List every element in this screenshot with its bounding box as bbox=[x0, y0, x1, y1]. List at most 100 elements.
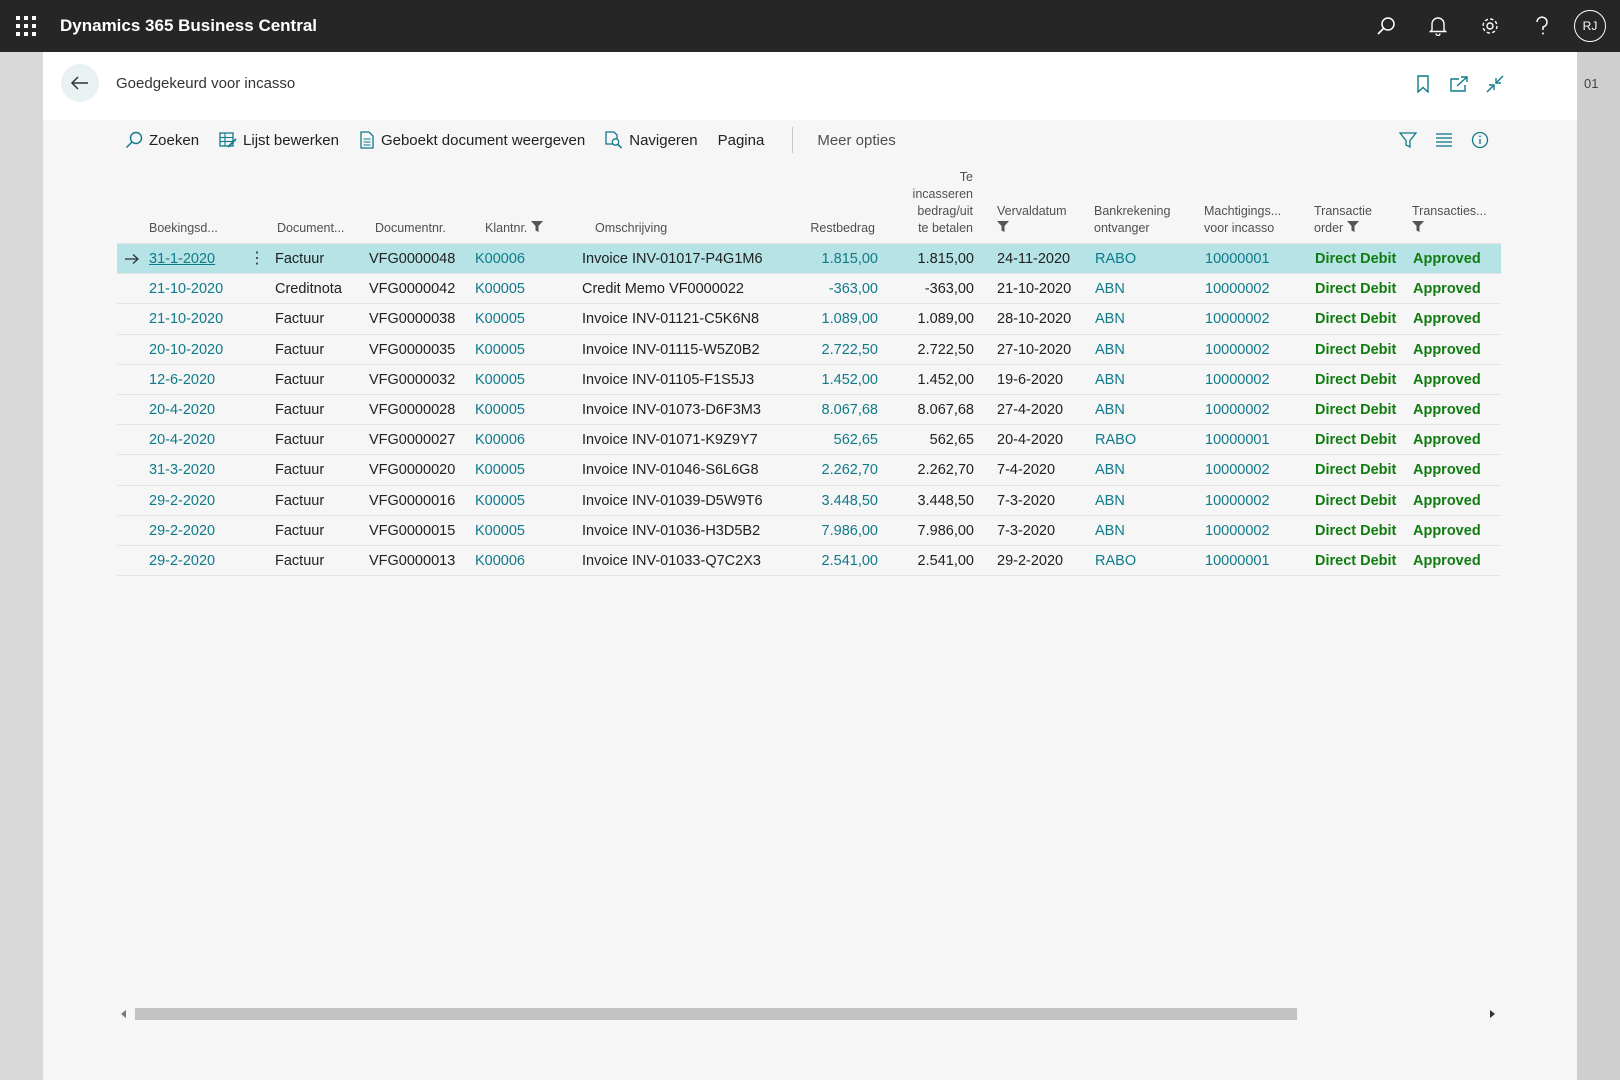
cell-mandate[interactable]: 10000002 bbox=[1205, 365, 1270, 395]
collapse-icon[interactable] bbox=[1483, 72, 1507, 96]
cell-remaining-amount[interactable]: 7.986,00 bbox=[757, 516, 878, 546]
column-header-remaining-amount[interactable]: Restbedrag bbox=[775, 220, 875, 237]
cell-posting-date[interactable]: 12-6-2020 bbox=[149, 365, 215, 395]
edit-list-button[interactable]: Lijst bewerken bbox=[209, 120, 349, 160]
cell-remaining-amount[interactable]: 562,65 bbox=[757, 425, 878, 455]
cell-remaining-amount[interactable]: -363,00 bbox=[757, 274, 878, 304]
cell-remaining-amount[interactable]: 8.067,68 bbox=[757, 395, 878, 425]
column-header-document-no[interactable]: Documentnr. bbox=[375, 220, 446, 237]
cell-bank-account[interactable]: ABN bbox=[1095, 516, 1125, 546]
horizontal-scrollbar[interactable] bbox=[117, 1006, 1501, 1022]
cell-posting-date[interactable]: 20-4-2020 bbox=[149, 395, 215, 425]
table-row[interactable]: 29-2-2020 Factuur VFG0000015 K00005 Invoice … bbox=[117, 516, 1501, 546]
avatar[interactable]: RJ bbox=[1574, 10, 1606, 42]
column-header-document-type[interactable]: Document... bbox=[277, 220, 344, 237]
table-row[interactable]: 12-6-2020 Factuur VFG0000032 K00005 Invoice … bbox=[117, 365, 1501, 395]
cell-mandate[interactable]: 10000002 bbox=[1205, 304, 1270, 334]
row-actions-menu-icon[interactable]: ⋮ bbox=[249, 244, 265, 274]
cell-mandate[interactable]: 10000002 bbox=[1205, 516, 1270, 546]
cell-mandate[interactable]: 10000001 bbox=[1205, 244, 1270, 274]
column-header-amount-to-collect[interactable]: Te incasseren bedrag/uit te betalen bbox=[875, 169, 973, 237]
cell-customer-no[interactable]: K00005 bbox=[475, 274, 525, 304]
cell-posting-date[interactable]: 31-3-2020 bbox=[149, 455, 215, 485]
cell-posting-date[interactable]: 21-10-2020 bbox=[149, 274, 223, 304]
scrollbar-thumb[interactable] bbox=[135, 1008, 1297, 1020]
cell-posting-date[interactable]: 29-2-2020 bbox=[149, 516, 215, 546]
cell-remaining-amount[interactable]: 2.541,00 bbox=[757, 546, 878, 576]
filter-icon[interactable] bbox=[1397, 129, 1419, 151]
cell-posting-date[interactable]: 21-10-2020 bbox=[149, 304, 223, 334]
cell-customer-no[interactable]: K00006 bbox=[475, 546, 525, 576]
table-row[interactable]: ⋮ 31-1-2020 Factuur VFG0000048 K00006 Invoice… bbox=[117, 244, 1501, 275]
cell-posting-date[interactable]: 29-2-2020 bbox=[149, 546, 215, 576]
list-view-icon[interactable] bbox=[1433, 129, 1455, 151]
gear-icon[interactable] bbox=[1464, 0, 1516, 52]
scroll-right-arrow-icon[interactable] bbox=[1490, 1010, 1495, 1018]
column-header-transactions[interactable]: Transacties... bbox=[1412, 203, 1487, 237]
cell-posting-date[interactable]: 20-10-2020 bbox=[149, 335, 223, 365]
column-header-mandate[interactable]: Machtigings... voor incasso bbox=[1204, 203, 1281, 237]
cell-mandate[interactable]: 10000002 bbox=[1205, 274, 1270, 304]
cell-remaining-amount[interactable]: 1.815,00 bbox=[757, 244, 878, 274]
cell-bank-account[interactable]: RABO bbox=[1095, 244, 1136, 274]
cell-remaining-amount[interactable]: 1.089,00 bbox=[757, 304, 878, 334]
column-header-customer-no[interactable]: Klantnr. bbox=[485, 220, 543, 237]
cell-bank-account[interactable]: RABO bbox=[1095, 425, 1136, 455]
cell-mandate[interactable]: 10000002 bbox=[1205, 486, 1270, 516]
app-title[interactable]: Dynamics 365 Business Central bbox=[60, 16, 317, 36]
cell-bank-account[interactable]: ABN bbox=[1095, 274, 1125, 304]
show-posted-document-button[interactable]: Geboekt document weergeven bbox=[349, 120, 595, 160]
cell-customer-no[interactable]: K00006 bbox=[475, 244, 525, 274]
table-row[interactable]: 29-2-2020 Factuur VFG0000013 K00006 Invoice … bbox=[117, 546, 1501, 577]
cell-customer-no[interactable]: K00005 bbox=[475, 486, 525, 516]
column-header-due-date[interactable]: Vervaldatum bbox=[997, 203, 1066, 237]
scroll-left-arrow-icon[interactable] bbox=[121, 1010, 126, 1018]
cell-mandate[interactable]: 10000002 bbox=[1205, 455, 1270, 485]
cell-remaining-amount[interactable]: 1.452,00 bbox=[757, 365, 878, 395]
cell-mandate[interactable]: 10000001 bbox=[1205, 425, 1270, 455]
more-options-button[interactable]: Meer opties bbox=[807, 120, 905, 160]
cell-remaining-amount[interactable]: 2.262,70 bbox=[757, 455, 878, 485]
cell-posting-date[interactable]: 29-2-2020 bbox=[149, 486, 215, 516]
table-row[interactable]: 29-2-2020 Factuur VFG0000016 K00005 Invoice … bbox=[117, 486, 1501, 516]
cell-mandate[interactable]: 10000001 bbox=[1205, 546, 1270, 576]
column-header-transaction-order[interactable]: Transactie order bbox=[1314, 203, 1372, 237]
cell-remaining-amount[interactable]: 3.448,50 bbox=[757, 486, 878, 516]
cell-bank-account[interactable]: ABN bbox=[1095, 365, 1125, 395]
column-header-posting-date[interactable]: Boekingsd... bbox=[149, 220, 218, 237]
cell-customer-no[interactable]: K00005 bbox=[475, 335, 525, 365]
waffle-icon[interactable] bbox=[0, 0, 52, 52]
cell-bank-account[interactable]: ABN bbox=[1095, 395, 1125, 425]
table-row[interactable]: 21-10-2020 Creditnota VFG0000042 K00005 Cred… bbox=[117, 274, 1501, 305]
cell-posting-date[interactable]: 31-1-2020 bbox=[149, 244, 215, 274]
cell-customer-no[interactable]: K00005 bbox=[475, 455, 525, 485]
table-row[interactable]: 31-3-2020 Factuur VFG0000020 K00005 Invoice … bbox=[117, 455, 1501, 486]
cell-customer-no[interactable]: K00006 bbox=[475, 425, 525, 455]
help-icon[interactable] bbox=[1516, 0, 1568, 52]
cell-mandate[interactable]: 10000002 bbox=[1205, 335, 1270, 365]
search-icon[interactable] bbox=[1360, 0, 1412, 52]
table-row[interactable]: 21-10-2020 Factuur VFG0000038 K00005 Invoice… bbox=[117, 304, 1501, 335]
share-icon[interactable] bbox=[1447, 72, 1471, 96]
cell-posting-date[interactable]: 20-4-2020 bbox=[149, 425, 215, 455]
bell-icon[interactable] bbox=[1412, 0, 1464, 52]
table-row[interactable]: 20-4-2020 Factuur VFG0000028 K00005 Invoice … bbox=[117, 395, 1501, 426]
cell-customer-no[interactable]: K00005 bbox=[475, 516, 525, 546]
bookmark-icon[interactable] bbox=[1411, 72, 1435, 96]
cell-mandate[interactable]: 10000002 bbox=[1205, 395, 1270, 425]
table-row[interactable]: 20-10-2020 Factuur VFG0000035 K00005 Invoice… bbox=[117, 335, 1501, 365]
cell-customer-no[interactable]: K00005 bbox=[475, 365, 525, 395]
page-menu-button[interactable]: Pagina bbox=[708, 120, 775, 160]
cell-bank-account[interactable]: RABO bbox=[1095, 546, 1136, 576]
cell-bank-account[interactable]: ABN bbox=[1095, 304, 1125, 334]
navigate-button[interactable]: Navigeren bbox=[595, 120, 707, 160]
info-icon[interactable] bbox=[1469, 129, 1491, 151]
cell-bank-account[interactable]: ABN bbox=[1095, 335, 1125, 365]
cell-remaining-amount[interactable]: 2.722,50 bbox=[757, 335, 878, 365]
cell-bank-account[interactable]: ABN bbox=[1095, 455, 1125, 485]
column-header-bank-account[interactable]: Bankrekening ontvanger bbox=[1094, 203, 1170, 237]
back-button[interactable] bbox=[61, 64, 99, 102]
cell-bank-account[interactable]: ABN bbox=[1095, 486, 1125, 516]
cell-customer-no[interactable]: K00005 bbox=[475, 304, 525, 334]
search-button[interactable]: Zoeken bbox=[115, 120, 209, 160]
